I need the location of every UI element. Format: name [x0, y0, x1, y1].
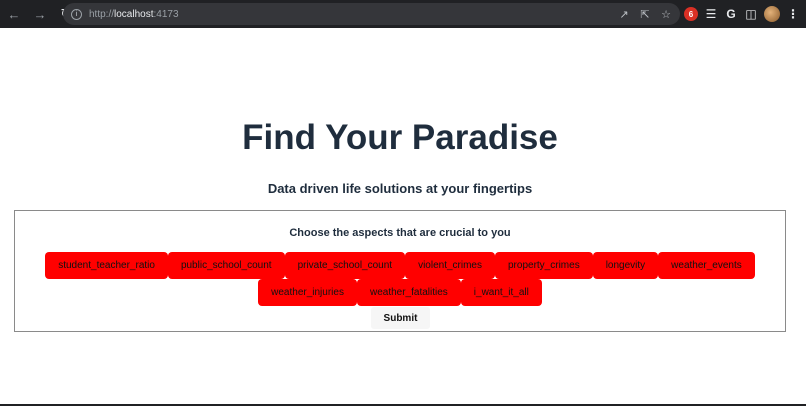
site-info-icon[interactable]: i — [71, 8, 82, 20]
share-icon[interactable]: ⇱ — [639, 8, 651, 21]
url-scheme: http:// — [89, 8, 115, 20]
aspect-chip-weather-fatalities[interactable]: weather_fatalities — [356, 279, 461, 306]
aspect-chip-weather-events[interactable]: weather_events — [658, 252, 755, 279]
aspect-chip-longevity[interactable]: longevity — [592, 252, 659, 279]
forward-icon[interactable]: → — [30, 4, 50, 24]
panel-heading: Choose the aspects that are crucial to y… — [289, 227, 511, 239]
aspect-chip-i-want-it-all[interactable]: i_want_it_all — [460, 279, 542, 306]
aspect-chip-violent-crimes[interactable]: violent_crimes — [405, 252, 495, 279]
aspect-chip-weather-injuries[interactable]: weather_injuries — [258, 279, 357, 306]
aspect-chip-property-crimes[interactable]: property_crimes — [495, 252, 593, 279]
aspect-chip-public-school-count[interactable]: public_school_count — [167, 252, 285, 279]
page-title: Find Your Paradise — [242, 118, 558, 157]
aspect-row-2: weather_injuries weather_fatalities i_want… — [15, 279, 785, 306]
avatar[interactable] — [764, 6, 780, 22]
url-host: localhost — [114, 8, 154, 20]
bookmark-star-icon[interactable]: ☆ — [660, 8, 672, 21]
url-port: :4173 — [153, 8, 179, 20]
extension-g-icon[interactable]: G — [724, 7, 738, 21]
aspects-panel: Choose the aspects that are crucial to y… — [14, 210, 786, 332]
page-subtitle: Data driven life solutions at your finge… — [267, 181, 533, 196]
browser-toolbar: ← → ↻ i http://localhost:4173 ↗ ⇱ ☆ 6 ☰ … — [0, 0, 806, 28]
side-panel-icon[interactable]: ◫ — [744, 7, 758, 21]
aspect-chip-student-teacher-ratio[interactable]: student_teacher_ratio — [45, 252, 168, 279]
aspect-row-1: student_teacher_ratio public_school_count… — [15, 252, 785, 279]
address-bar[interactable]: i http://localhost:4173 ↗ ⇱ ☆ — [63, 3, 680, 25]
open-in-new-icon[interactable]: ↗ — [618, 8, 630, 21]
menu-kebab-icon[interactable]: ⋮ — [786, 7, 800, 21]
aspect-chip-private-school-count[interactable]: private_school_count — [284, 252, 406, 279]
extension-red-icon[interactable]: 6 — [684, 7, 698, 21]
back-icon[interactable]: ← — [4, 4, 24, 24]
submit-button[interactable]: Submit — [371, 307, 430, 329]
extensions-puzzle-icon[interactable]: ☰ — [704, 7, 718, 21]
